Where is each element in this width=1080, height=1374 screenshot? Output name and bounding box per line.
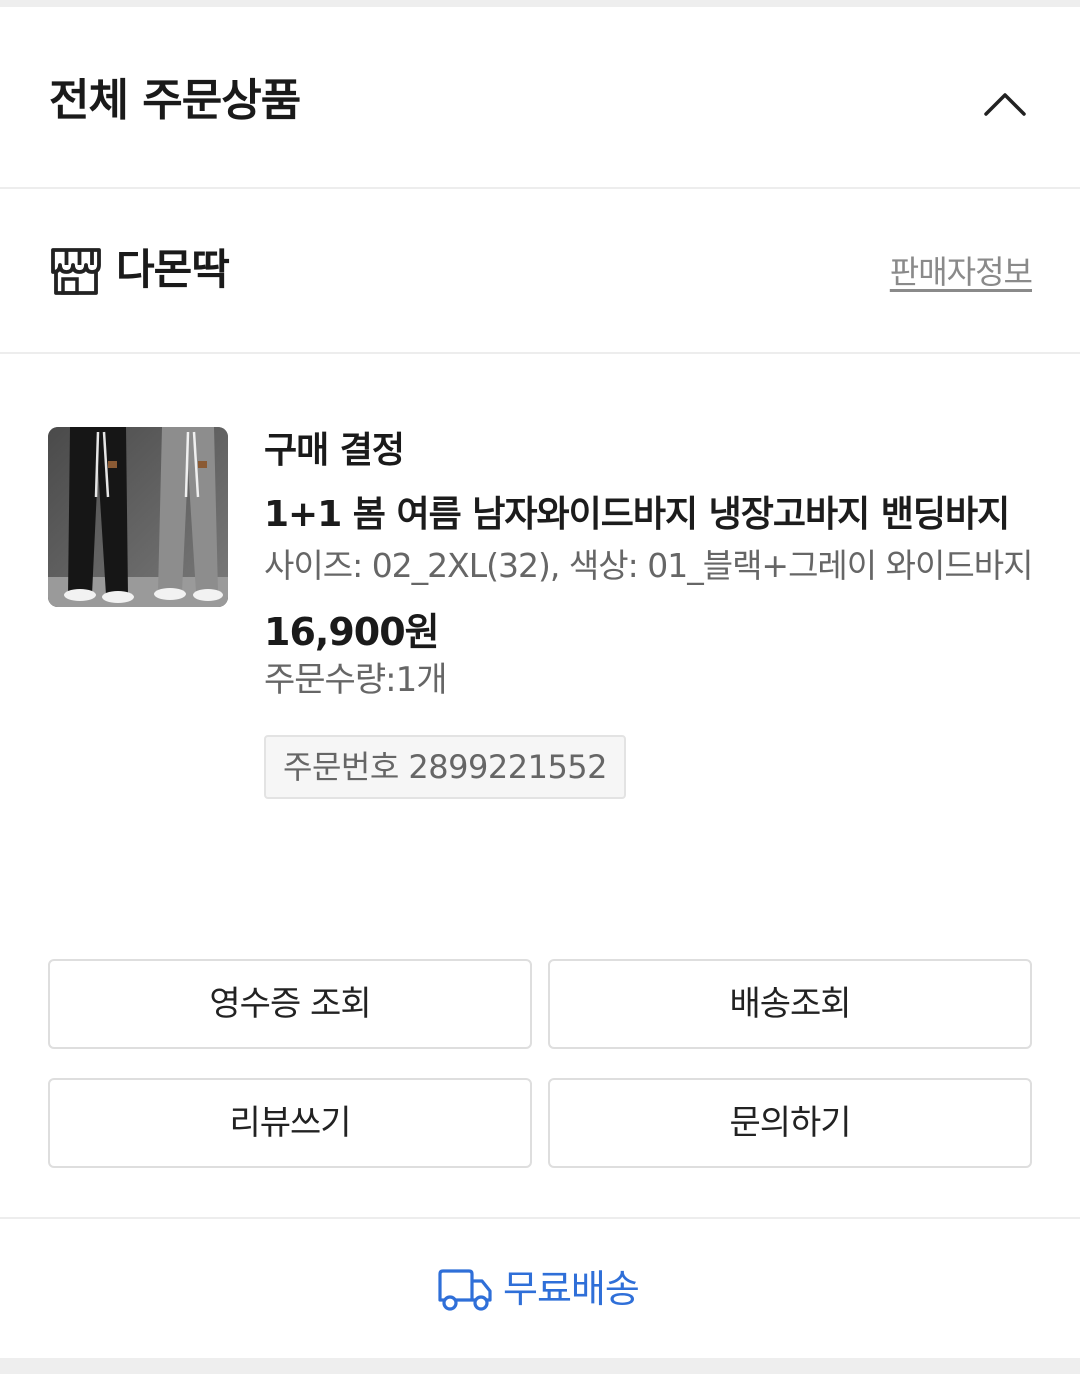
write-review-button[interactable]: 리뷰쓰기 — [48, 1078, 532, 1168]
collapse-button[interactable] — [972, 73, 1038, 135]
shipping-info: 무료배송 — [0, 1220, 1080, 1356]
product-name[interactable]: 1+1 봄 여름 남자와이드바지 냉장고바지 밴딩바지 — [264, 489, 1034, 541]
divider — [0, 187, 1080, 189]
bottom-separator — [0, 1358, 1080, 1374]
order-status: 구매 결정 — [264, 430, 405, 471]
product-image[interactable] — [48, 427, 228, 607]
tracking-button[interactable]: 배송조회 — [548, 959, 1032, 1049]
divider — [0, 1217, 1080, 1219]
product-info: 구매 결정 1+1 봄 여름 남자와이드바지 냉장고바지 밴딩바지 사이즈: 0… — [264, 425, 1034, 799]
chevron-up-icon — [984, 93, 1026, 116]
seller-info-link[interactable]: 판매자정보 — [890, 250, 1033, 294]
free-shipping-label: 무료배송 — [503, 1267, 640, 1311]
section-title: 전체 주문상품 — [49, 75, 301, 126]
receipt-button[interactable]: 영수증 조회 — [48, 959, 532, 1049]
seller-name[interactable]: 다몬딱 — [116, 242, 230, 298]
product-price: 16,900원 — [264, 610, 440, 654]
product-option: 사이즈: 02_2XL(32), 색상: 01_블랙+그레이 와이드바지 — [264, 546, 1033, 585]
divider — [0, 352, 1080, 354]
inquiry-button[interactable]: 문의하기 — [548, 1078, 1032, 1168]
top-separator — [0, 0, 1080, 7]
order-quantity: 주문수량:1개 — [264, 660, 448, 700]
seller-row: 다몬딱 판매자정보 — [0, 190, 1080, 352]
order-number-badge: 주문번호 2899221552 — [264, 735, 627, 799]
order-products-header: 전체 주문상품 — [0, 7, 1080, 188]
store-icon — [51, 248, 101, 295]
truck-icon — [438, 1269, 492, 1311]
